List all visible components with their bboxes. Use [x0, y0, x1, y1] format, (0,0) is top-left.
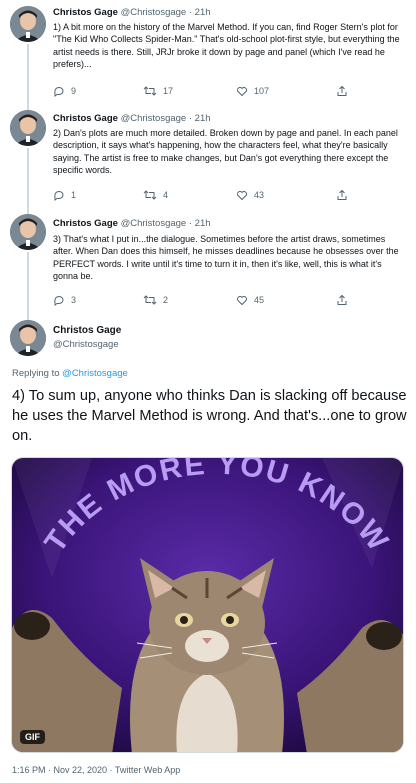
replying-to: Replying to @Christosgage — [12, 368, 128, 379]
thread-connector — [27, 252, 29, 320]
author-handle[interactable]: @Christosgage — [53, 339, 119, 350]
gif-image: THE MORE YOU KNOW — [12, 458, 403, 752]
avatar[interactable] — [10, 320, 46, 356]
share-button[interactable] — [336, 189, 348, 201]
separator-dot: · — [188, 218, 193, 229]
share-button[interactable] — [336, 294, 348, 306]
author-name[interactable]: Christos Gage — [53, 325, 121, 336]
tweet-actions: 1 4 43 — [53, 189, 393, 203]
share-icon — [336, 189, 348, 201]
avatar[interactable] — [10, 110, 46, 146]
author-name[interactable]: Christos Gage — [53, 218, 118, 229]
tweet-time[interactable]: 21h — [195, 7, 211, 18]
tweet-text: 2) Dan's plots are much more detailed. B… — [53, 128, 398, 176]
tweet-header: Christos Gage @Christosgage · 21h — [53, 113, 211, 124]
like-count: 45 — [254, 295, 265, 305]
thread-connector — [27, 44, 29, 110]
reply-icon — [53, 85, 65, 97]
reply-count: 3 — [71, 295, 77, 305]
like-count: 43 — [254, 190, 265, 200]
separator-dot: · — [188, 113, 193, 124]
author-handle[interactable]: @Christosgage — [121, 7, 187, 18]
like-count: 107 — [254, 86, 270, 96]
reply-count: 9 — [71, 86, 77, 96]
author-handle[interactable]: @Christosgage — [121, 218, 187, 229]
avatar[interactable] — [10, 214, 46, 250]
retweet-button[interactable]: 2 — [143, 294, 168, 306]
thread-connector — [27, 148, 29, 214]
share-icon — [336, 85, 348, 97]
reply-button[interactable]: 1 — [53, 189, 76, 201]
tweet-time[interactable]: 21h — [195, 113, 211, 124]
tweet-text: 3) That's what I put in...the dialogue. … — [53, 234, 399, 282]
reply-count: 1 — [71, 190, 77, 200]
share-icon — [336, 294, 348, 306]
like-button[interactable]: 45 — [236, 294, 264, 306]
gif-media[interactable]: THE MORE YOU KNOW GIF — [11, 457, 404, 753]
retweet-icon — [143, 85, 157, 97]
tweet-text: 1) A bit more on the history of the Marv… — [53, 22, 400, 70]
retweet-count: 17 — [163, 86, 174, 96]
like-icon — [236, 294, 248, 306]
reply-button[interactable]: 3 — [53, 294, 76, 306]
tweet-header: Christos Gage @Christosgage · 21h — [53, 218, 211, 229]
tweet-header: Christos Gage @Christosgage · 21h — [53, 7, 211, 18]
author-handle[interactable]: @Christosgage — [121, 113, 187, 124]
retweet-count: 2 — [163, 295, 169, 305]
like-icon — [236, 189, 248, 201]
tweet-time[interactable]: 21h — [195, 218, 211, 229]
author-name[interactable]: Christos Gage — [53, 7, 118, 18]
reply-button[interactable]: 9 — [53, 85, 76, 97]
author-name[interactable]: Christos Gage — [53, 113, 118, 124]
tweet-text: 4) To sum up, anyone who thinks Dan is s… — [12, 388, 407, 444]
share-button[interactable] — [336, 85, 348, 97]
tweet-actions: 3 2 45 — [53, 294, 393, 308]
replying-to-link[interactable]: @Christosgage — [62, 368, 128, 379]
avatar[interactable] — [10, 6, 46, 42]
retweet-button[interactable]: 17 — [143, 85, 173, 97]
tweet-actions: 9 17 107 — [53, 85, 393, 99]
retweet-icon — [143, 189, 157, 201]
like-button[interactable]: 107 — [236, 85, 269, 97]
reply-icon — [53, 294, 65, 306]
gif-badge: GIF — [20, 730, 45, 744]
retweet-icon — [143, 294, 157, 306]
tweet-timestamp[interactable]: 1:16 PM · Nov 22, 2020 · Twitter Web App — [12, 765, 180, 775]
reply-icon — [53, 189, 65, 201]
replying-label: Replying to — [12, 368, 60, 379]
like-icon — [236, 85, 248, 97]
like-button[interactable]: 43 — [236, 189, 264, 201]
retweet-button[interactable]: 4 — [143, 189, 168, 201]
separator-dot: · — [188, 7, 193, 18]
retweet-count: 4 — [163, 190, 169, 200]
